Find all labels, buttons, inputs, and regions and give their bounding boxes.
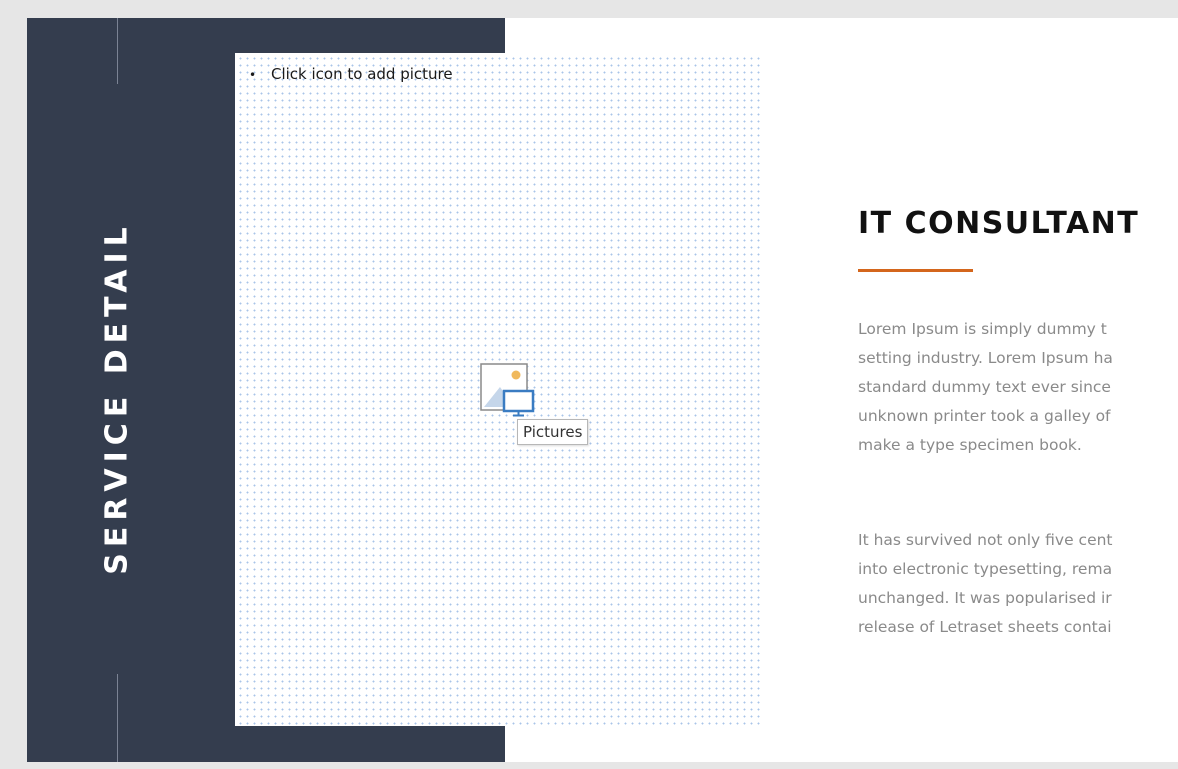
paragraph-line: Lorem Ipsum is simply dummy t	[858, 320, 1107, 338]
paragraph-line: release of Letraset sheets contai	[858, 618, 1112, 636]
placeholder-prompt: • Click icon to add picture	[249, 65, 453, 83]
bullet-icon: •	[249, 68, 257, 82]
paragraph-line: make a type specimen book.	[858, 436, 1082, 454]
service-heading: IT CONSULTANT	[858, 206, 1140, 241]
bottom-divider-line	[117, 674, 118, 762]
body-paragraph-1: Lorem Ipsum is simply dummy t setting in…	[858, 315, 1178, 460]
panel-bottom-strip	[235, 726, 505, 762]
picture-placeholder[interactable]: • Click icon to add picture Pictures	[235, 53, 762, 726]
placeholder-prompt-text: Click icon to add picture	[271, 65, 453, 83]
paragraph-line: standard dummy text ever since	[858, 378, 1111, 396]
paragraph-line: setting industry. Lorem Ipsum ha	[858, 349, 1113, 367]
heading-accent-underline	[858, 269, 973, 272]
body-paragraph-2: It has survived not only five cent into …	[858, 526, 1178, 642]
top-divider-line	[117, 18, 118, 84]
paragraph-line: unchanged. It was popularised ir	[858, 589, 1112, 607]
pictures-insert-icon[interactable]	[480, 363, 536, 417]
pictures-tooltip: Pictures	[517, 419, 589, 445]
paragraph-line: unknown printer took a galley of	[858, 407, 1111, 425]
slide: SERVICE DETAIL • Click icon to add pictur…	[27, 18, 1178, 762]
paragraph-line: into electronic typesetting, rema	[858, 560, 1113, 578]
vertical-section-title: SERVICE DETAIL	[99, 221, 135, 575]
paragraph-line: It has survived not only five cent	[858, 531, 1113, 549]
